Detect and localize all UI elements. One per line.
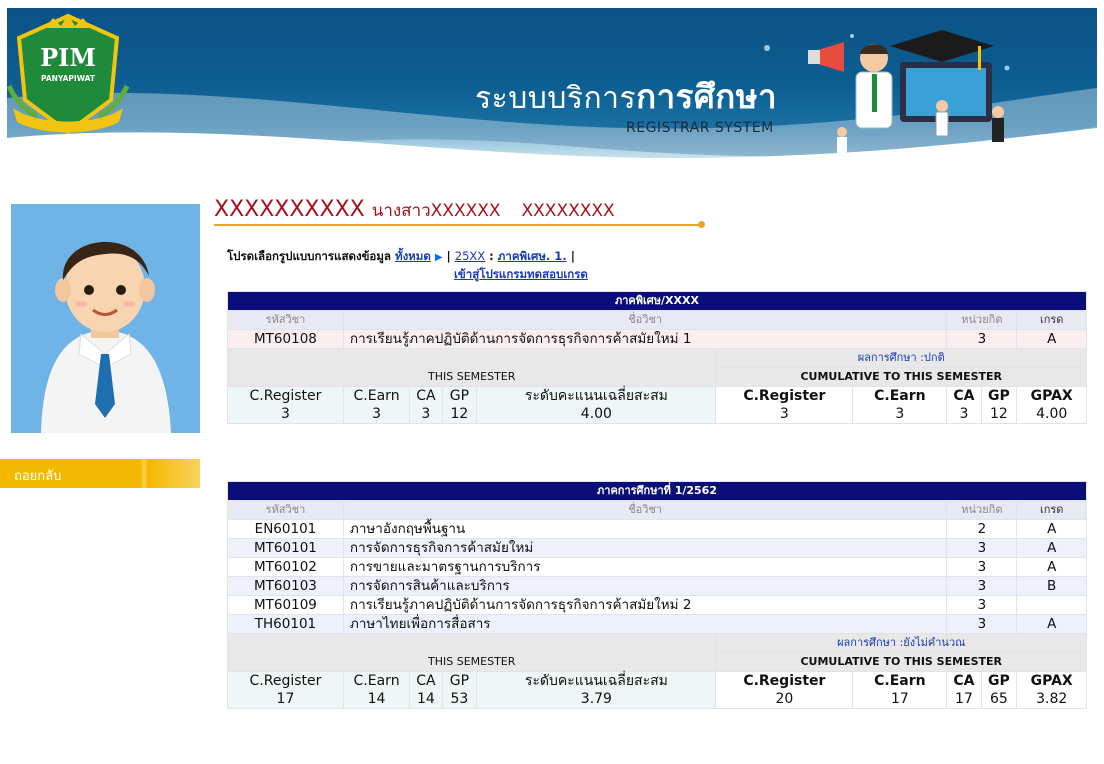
semester-table: ภาคการศึกษาที่ 1/2562 รหัสวิชา ชื่อวิชา … [226, 481, 1087, 709]
table-row: EN60101 ภาษาอังกฤษพื้นฐาน 2 A [227, 519, 1087, 539]
pim-logo-icon: PIM PANYAPIWAT [7, 13, 129, 135]
col-name: ชื่อวิชา [342, 500, 948, 520]
this-semester-label: THIS SEMESTER [226, 367, 717, 387]
student-id: XXXXXXXXXX [214, 197, 365, 222]
table-row: MT60101 การจัดการธุรกิจการค้าสมัยใหม่ 3 … [227, 538, 1087, 558]
cumulative-label: CUMULATIVE TO THIS SEMESTER [715, 652, 1087, 672]
col-code: รหัสวิชา [227, 500, 344, 520]
staff-illustration [808, 30, 1004, 153]
col-grade: เกรด [1016, 500, 1087, 520]
semester-table: ภาคพิเศษ/XXXX รหัสวิชา ชื่อวิชา หน่วยกิต… [226, 291, 1087, 424]
back-button[interactable]: ถอยกลับ [0, 459, 200, 488]
col-grade: เกรด [1016, 310, 1087, 330]
term-link[interactable]: ภาคพิเศษ. 1. [498, 249, 567, 263]
col-credit: หน่วยกิต [946, 500, 1018, 520]
play-icon: ▶ [434, 252, 443, 263]
avatar-icon [11, 204, 200, 433]
header-banner: PIM PANYAPIWAT ระบบบริการการศึกษา REGIST… [7, 8, 1097, 178]
semester-title: ภาคการศึกษาที่ 1/2562 [227, 481, 1087, 501]
grade-test-link[interactable]: เข้าสู่โปรแกรมทดสอบเกรด [454, 267, 588, 281]
table-row: MT60108 การเรียนรู้ภาคปฏิบัติด้านการจัดก… [227, 329, 1087, 349]
result-status: ผลการศึกษา :ยังไม่คำนวณ [715, 633, 1087, 653]
svg-text:PANYAPIWAT: PANYAPIWAT [41, 74, 96, 83]
cumulative-label: CUMULATIVE TO THIS SEMESTER [715, 367, 1087, 387]
semester-title: ภาคพิเศษ/XXXX [227, 291, 1087, 311]
selector-prompt: โปรดเลือกรูปแบบการแสดงข้อมูล [227, 249, 391, 263]
system-subtitle: REGISTRAR SYSTEM [626, 120, 774, 136]
col-name: ชื่อวิชา [342, 310, 948, 330]
this-semester-label: THIS SEMESTER [226, 652, 717, 672]
table-row: MT60102 การขายและมาตรฐานการบริการ 3 A [227, 557, 1087, 577]
display-selector: โปรดเลือกรูปแบบการแสดงข้อมูล ทั้งหมด ▶ |… [227, 249, 588, 281]
system-title: ระบบบริการการศึกษา [475, 77, 778, 116]
table-row: MT60103 การจัดการสินค้าและบริการ 3 B [227, 576, 1087, 596]
result-status: ผลการศึกษา :ปกติ [715, 348, 1087, 368]
heading-underline [214, 224, 702, 226]
student-name: นางสาวXXXXXX [371, 201, 501, 221]
col-credit: หน่วยกิต [946, 310, 1018, 330]
col-code: รหัสวิชา [227, 310, 344, 330]
student-surname: XXXXXXXX [521, 201, 615, 221]
student-avatar [11, 204, 200, 433]
table-row: TH60101 ภาษาไทยเพื่อการสื่อสาร 3 A [227, 614, 1087, 634]
svg-text:PIM: PIM [40, 43, 96, 72]
heading-underline-dot [698, 221, 705, 228]
all-link[interactable]: ทั้งหมด [395, 249, 431, 263]
table-row: MT60109 การเรียนรู้ภาคปฏิบัติด้านการจัดก… [227, 595, 1087, 615]
year-link[interactable]: 25XX [455, 249, 485, 263]
student-heading: XXXXXXXXXX นางสาวXXXXXX XXXXXXXX [214, 197, 615, 224]
